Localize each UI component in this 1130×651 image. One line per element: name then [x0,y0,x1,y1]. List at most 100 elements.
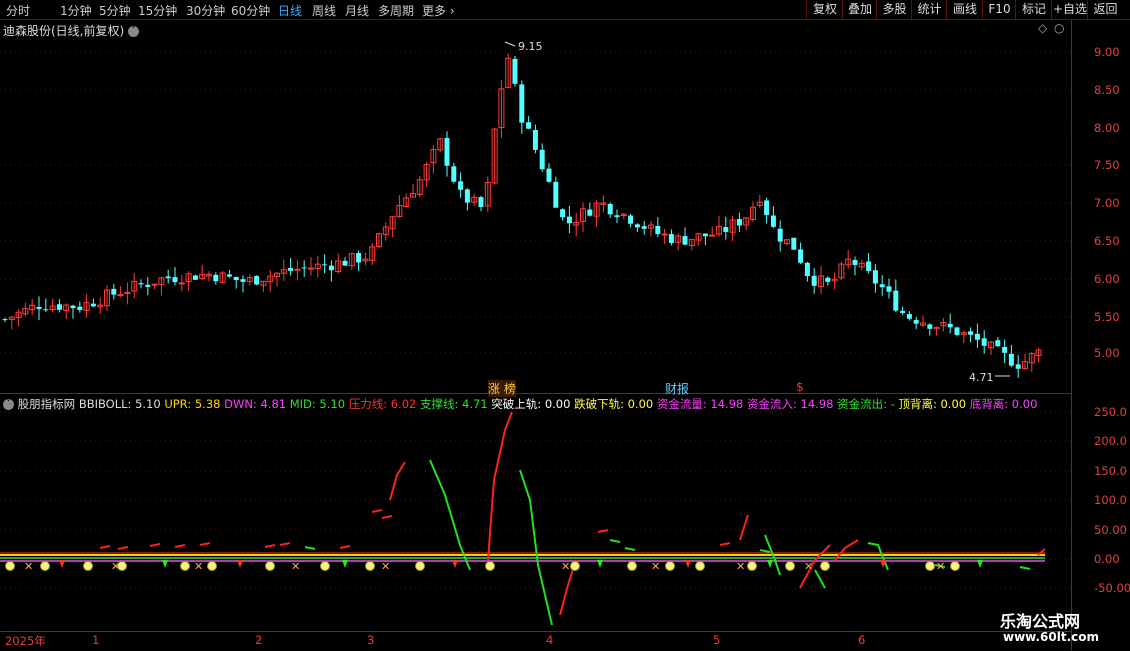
signal-cross: ✕ [804,560,813,573]
candle-body [348,253,355,267]
candle-body [852,260,858,265]
candle-body [709,234,716,237]
tab-timeframe-1min[interactable]: 1分钟 [60,2,92,19]
flow-dash [149,543,161,547]
candle-body [2,319,8,321]
candle-body [1002,346,1008,353]
expand-icon[interactable]: ○ [1054,21,1064,35]
dollar-marker[interactable]: $ [796,380,804,394]
candle-body [580,208,586,223]
candle-body [838,263,845,279]
candle-body [254,276,260,285]
flow-out-line [867,542,889,571]
indicator-value-5: 支撑线: 4.71 [420,397,492,411]
f10-button[interactable]: F10 [982,0,1016,19]
candle-body [124,291,131,294]
candle-body [600,202,607,205]
candle-body [573,221,580,226]
candle-body [308,267,314,270]
candle-body [165,276,171,279]
indicator-title: ˅ 股朋指标网 BBIBOLL: 5.10 UPR: 5.38 DWN: 4.8… [3,396,1037,412]
candle-body [988,341,994,349]
candle-body [893,290,899,311]
time-tick: 2025年 [5,634,46,648]
tab-timeframe-60min[interactable]: 60分钟 [231,2,270,19]
indicator-tick: 50.00 [1094,523,1127,537]
signal-dot [207,561,217,571]
candle-body [172,277,178,283]
chevron-right-icon: › [449,4,455,18]
candle-body [995,340,1001,347]
tab-timeframe-weekly[interactable]: 周线 [312,2,336,19]
flow-dash [339,545,351,549]
candle-body [648,224,654,229]
candle-body [729,219,736,233]
indicator-tick: 250.0 [1094,405,1127,419]
caibao-marker[interactable]: 财报 [665,380,689,397]
candle-body [8,316,15,320]
signal-arrow [597,560,603,568]
candle-body [240,279,246,282]
candle-body [770,215,776,227]
indicator-tick: 100.0 [1094,493,1127,507]
signal-arrow [237,560,243,568]
diamond-icon[interactable]: ◇ [1038,21,1047,35]
mark-button[interactable]: 标记 [1015,0,1052,19]
candle-body [376,233,382,248]
fuquan-button[interactable]: 复权 [806,0,843,19]
multi-stock-button[interactable]: 多股 [876,0,912,19]
candle-body [798,249,804,263]
signal-dot [785,561,795,571]
candle-body [36,306,42,310]
main-chart-title: 迪森股份(日线,前复权) ˅ [3,22,140,39]
flow-in-line [739,514,749,541]
indicator-value-10: 资金流出: - [837,397,899,411]
candle-body [1035,349,1042,356]
candle-body [111,288,117,295]
candle-body [764,200,770,216]
tab-timeframe-multi[interactable]: 多周期 [378,2,414,19]
candle-body [471,196,478,203]
price-tick: 8.50 [1094,83,1120,97]
candle-body [872,270,878,284]
candle-body [382,226,389,236]
candle-body [423,163,430,181]
candle-body [628,215,634,224]
indicator-settings-icon[interactable]: ˅ [3,399,14,410]
indicator-tick: 150.0 [1094,464,1127,478]
candle-body [688,238,695,247]
candle-body [335,260,342,273]
chevron-down-icon[interactable]: ˅ [128,26,140,37]
statistics-button[interactable]: 统计 [911,0,947,19]
candle-body [233,276,239,281]
zhangbang-marker[interactable]: 涨 榜 [488,380,516,397]
tab-timeframe-30min[interactable]: 30分钟 [186,2,225,19]
candle-body [416,179,423,195]
tab-timeframe-5min[interactable]: 5分钟 [99,2,131,19]
price-tick: 6.00 [1094,272,1120,286]
signal-dot [665,561,675,571]
add-watchlist-button[interactable]: +自选 [1051,0,1088,19]
flow-in-line [559,559,577,616]
tab-timeframe-daily[interactable]: 日线 [278,2,302,19]
candle-body [314,263,321,269]
candle-body [620,213,627,216]
candle-body [444,137,450,166]
flow-out-line [519,469,553,626]
tab-timeframe-fenshi[interactable]: 分时 [6,2,30,19]
back-button[interactable]: 返回 [1087,0,1123,19]
candle-body [151,283,158,286]
flow-dash [117,546,129,550]
draw-line-button[interactable]: 画线 [946,0,983,19]
overlay-button[interactable]: 叠加 [842,0,877,19]
candle-body [63,304,70,311]
candle-body [77,306,83,311]
tab-timeframe-15min[interactable]: 15分钟 [138,2,177,19]
candle-body [756,201,763,206]
tab-timeframe-monthly[interactable]: 月线 [345,2,369,19]
candle-body [927,324,933,329]
candle-body [267,275,274,283]
candle-body [1022,361,1028,370]
tab-timeframe-more[interactable]: 更多 › [422,2,455,19]
time-axis [0,631,1071,651]
